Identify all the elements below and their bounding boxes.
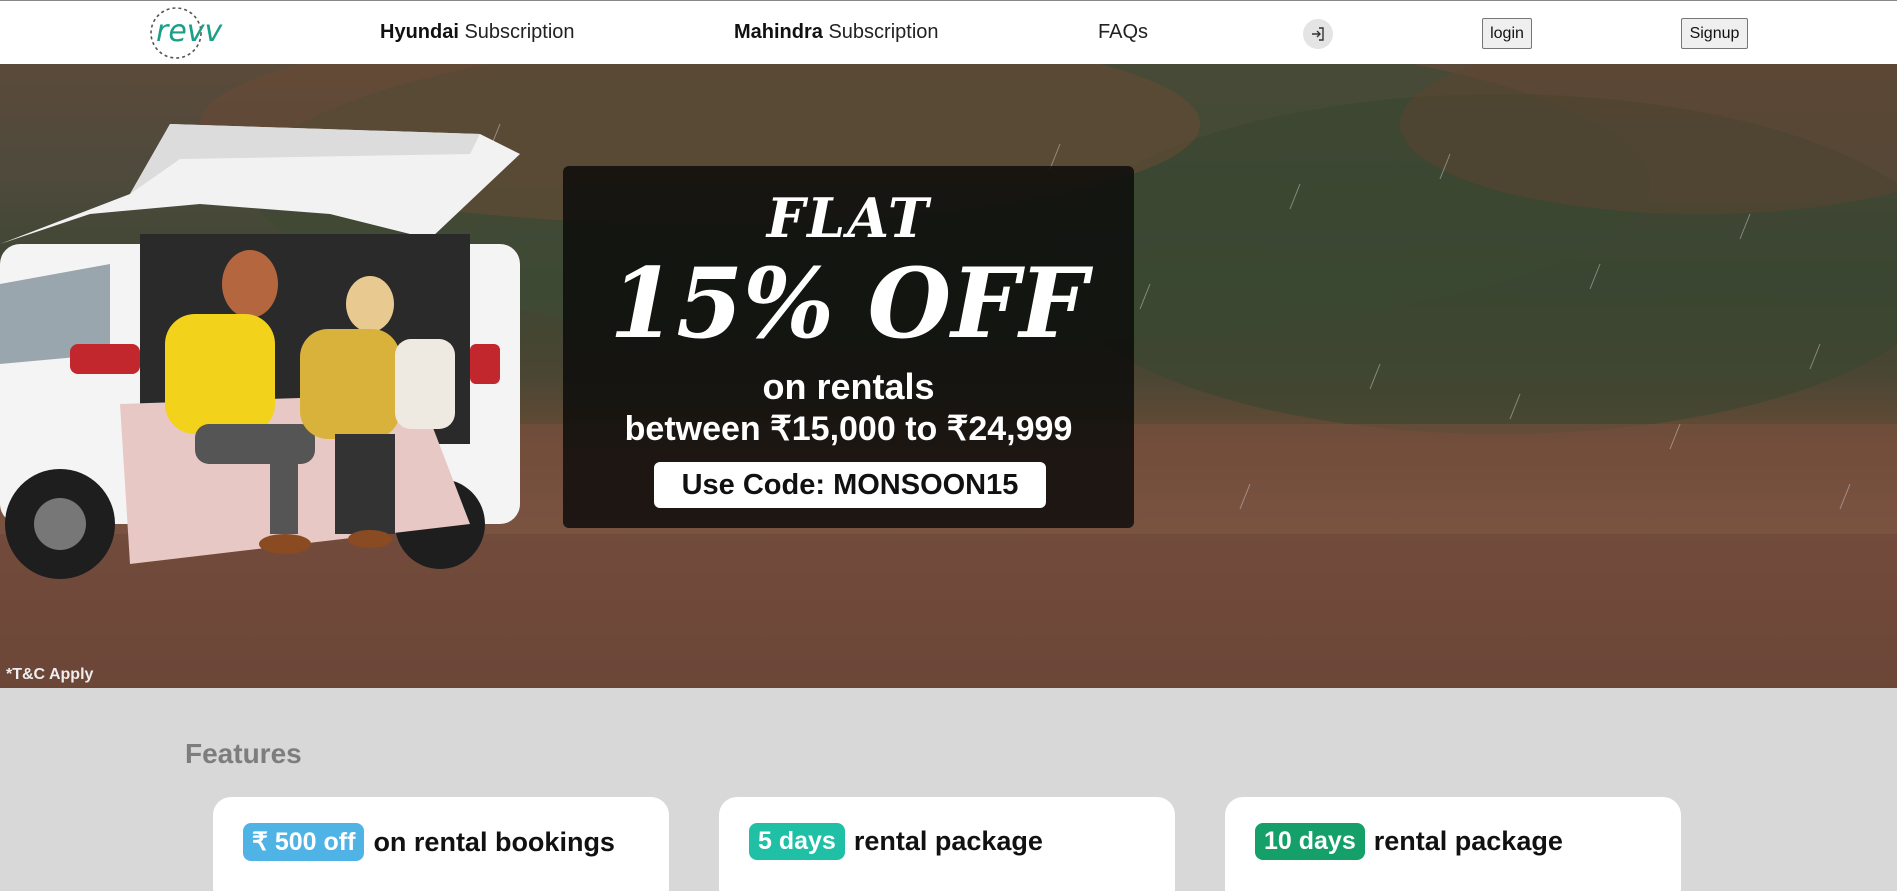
feature-text: on rental bookings: [373, 826, 615, 857]
feature-pill: ₹ 500 off: [243, 823, 365, 861]
promo-discount: 15% OFF: [609, 247, 1088, 360]
login-icon-button[interactable]: [1303, 19, 1333, 49]
feature-card-header: 10 days rental package: [1255, 823, 1563, 860]
nav-hyundai-subscription[interactable]: Hyundai Subscription: [380, 21, 575, 44]
promo-line-1: on rentals: [762, 366, 935, 407]
feature-pill: 10 days: [1255, 823, 1365, 860]
features-heading: Features: [185, 738, 302, 769]
feature-text: rental package: [853, 826, 1043, 856]
feature-card[interactable]: 10 days rental package: [1225, 797, 1681, 891]
nav-hyundai-rest: Subscription: [458, 21, 575, 43]
feature-card[interactable]: 5 days rental package: [719, 797, 1175, 891]
revv-logo[interactable]: revv: [146, 3, 226, 61]
feature-card-header: ₹ 500 off on rental bookings: [243, 823, 615, 861]
feature-card-header: 5 days rental package: [749, 823, 1043, 860]
feature-pill: 5 days: [749, 823, 845, 860]
promo-code: Use Code: MONSOON15: [654, 462, 1046, 508]
promo-line-2: between ₹15,000 to ₹24,999: [624, 410, 1073, 448]
nav-hyundai-brand: Hyundai: [380, 21, 459, 43]
login-button[interactable]: login: [1482, 18, 1532, 49]
hero-banner[interactable]: FLAT 15% OFF on rentals between ₹15,000 …: [0, 64, 1897, 688]
promo-flat: FLAT: [766, 186, 931, 250]
car-illustration: [0, 124, 520, 579]
nav-faqs[interactable]: FAQs: [1098, 21, 1148, 44]
nav-mahindra-rest: Subscription: [822, 21, 939, 43]
promo-box: FLAT 15% OFF on rentals between ₹15,000 …: [563, 166, 1134, 528]
feature-card[interactable]: ₹ 500 off on rental bookings: [213, 797, 669, 891]
sign-in-icon: [1312, 27, 1324, 41]
logo-text: revv: [156, 14, 224, 49]
feature-text: rental package: [1373, 826, 1563, 856]
nav-mahindra-brand: Mahindra: [734, 21, 823, 43]
signup-button[interactable]: Signup: [1681, 18, 1748, 49]
site-header: revv Hyundai Subscription Mahindra Subsc…: [0, 0, 1897, 64]
terms-apply-note: *T&C Apply: [6, 666, 94, 683]
nav-mahindra-subscription[interactable]: Mahindra Subscription: [734, 21, 939, 44]
